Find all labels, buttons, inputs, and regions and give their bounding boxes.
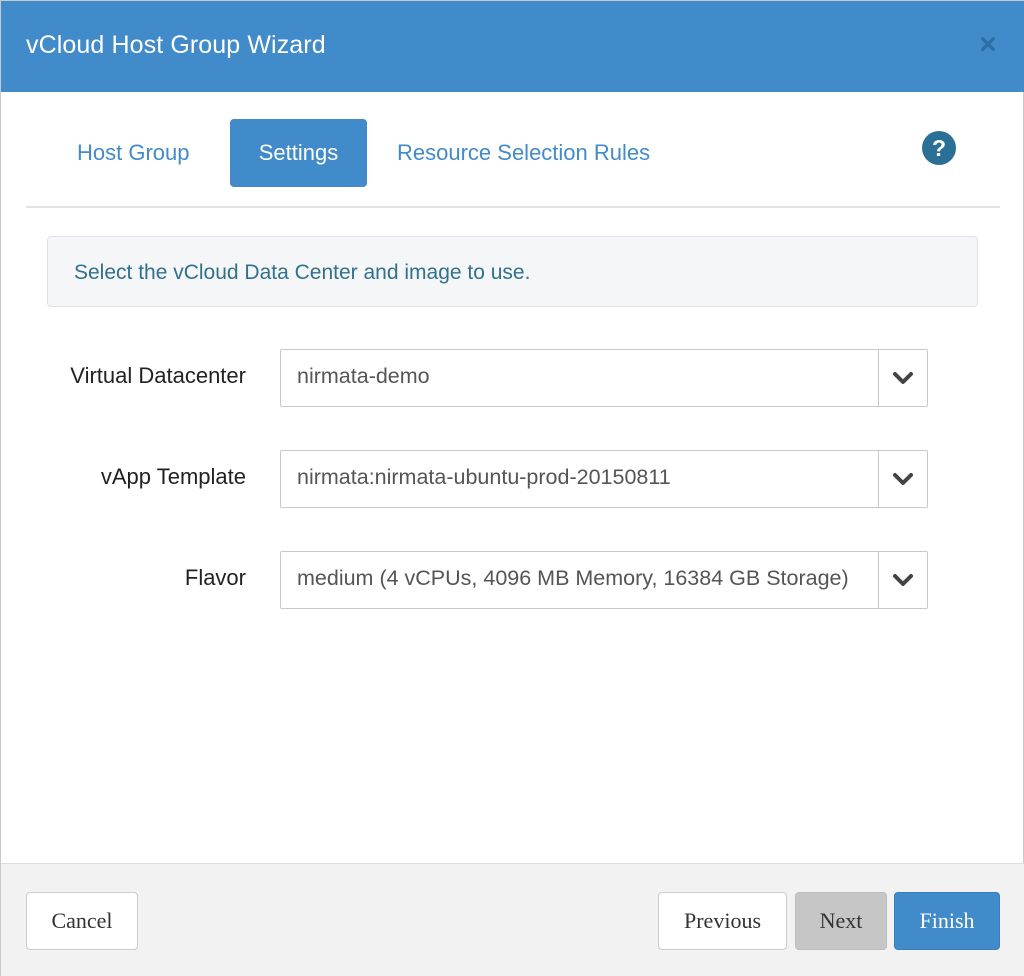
vapp-template-value: nirmata:nirmata-ubuntu-prod-20150811 bbox=[297, 465, 671, 489]
dialog-header: vCloud Host Group Wizard × bbox=[1, 1, 1024, 92]
tab-settings[interactable]: Settings bbox=[230, 119, 367, 187]
flavor-value: medium (4 vCPUs, 4096 MB Memory, 16384 G… bbox=[297, 566, 849, 590]
dialog-footer: Cancel Previous Next Finish bbox=[1, 863, 1024, 976]
chevron-down-icon bbox=[893, 574, 913, 586]
virtual-datacenter-label: Virtual Datacenter bbox=[70, 363, 246, 388]
flavor-select[interactable]: medium (4 vCPUs, 4096 MB Memory, 16384 G… bbox=[280, 551, 928, 609]
help-icon[interactable]: ? bbox=[922, 131, 956, 165]
info-alert: Select the vCloud Data Center and image … bbox=[47, 236, 978, 307]
previous-button[interactable]: Previous bbox=[658, 892, 787, 950]
cancel-button[interactable]: Cancel bbox=[26, 892, 138, 950]
tab-resource-selection-rules[interactable]: Resource Selection Rules bbox=[371, 119, 676, 187]
vapp-template-label: vApp Template bbox=[100, 464, 246, 489]
wizard-tabs: Host Group Settings Resource Selection R… bbox=[26, 118, 1000, 208]
form-row-flavor: Flavor medium (4 vCPUs, 4096 MB Memory, … bbox=[1, 551, 1024, 609]
virtual-datacenter-dropdown-toggle[interactable] bbox=[878, 350, 927, 406]
info-text: Select the vCloud Data Center and image … bbox=[74, 261, 531, 284]
finish-button[interactable]: Finish bbox=[894, 892, 1000, 950]
virtual-datacenter-select[interactable]: nirmata-demo bbox=[280, 349, 928, 407]
dialog-title: vCloud Host Group Wizard bbox=[26, 31, 326, 59]
form-row-vapp-template: vApp Template nirmata:nirmata-ubuntu-pro… bbox=[1, 450, 1024, 508]
vapp-template-select[interactable]: nirmata:nirmata-ubuntu-prod-20150811 bbox=[280, 450, 928, 508]
wizard-dialog: vCloud Host Group Wizard × Host Group Se… bbox=[0, 0, 1024, 976]
tab-host-group[interactable]: Host Group bbox=[51, 119, 216, 187]
next-button[interactable]: Next bbox=[795, 892, 887, 950]
chevron-down-icon bbox=[893, 372, 913, 384]
flavor-dropdown-toggle[interactable] bbox=[878, 552, 927, 608]
close-icon[interactable]: × bbox=[975, 30, 1001, 60]
chevron-down-icon bbox=[893, 473, 913, 485]
virtual-datacenter-value: nirmata-demo bbox=[297, 364, 430, 388]
flavor-label: Flavor bbox=[184, 565, 246, 590]
vapp-template-dropdown-toggle[interactable] bbox=[878, 451, 927, 507]
form-row-virtual-datacenter: Virtual Datacenter nirmata-demo bbox=[1, 349, 1024, 407]
